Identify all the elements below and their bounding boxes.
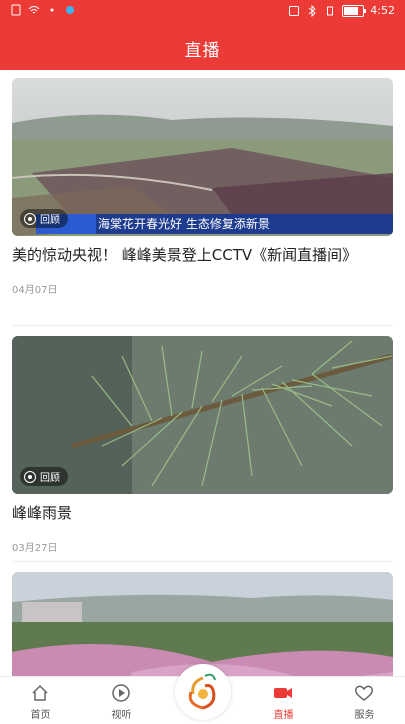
page-title: 直播 bbox=[184, 41, 221, 61]
tab-service[interactable]: 服务 bbox=[324, 677, 405, 721]
card-date: 04月07日 bbox=[12, 285, 58, 296]
wifi-icon bbox=[28, 6, 40, 14]
home-icon bbox=[32, 684, 48, 701]
live-list[interactable]: 海棠花开春光好 生态修复添新景 回顾 美的惊动央视！ 峰峰美景登上CCTV《新闻… bbox=[0, 70, 405, 676]
tab-label: 服务 bbox=[354, 710, 375, 721]
tab-audio-video[interactable]: 视听 bbox=[81, 677, 162, 721]
battery-icon bbox=[342, 4, 367, 17]
card-title[interactable]: 美的惊动央视！ 峰峰美景登上CCTV《新闻直播间》 bbox=[12, 244, 393, 267]
app-notification-icon bbox=[66, 6, 74, 14]
replay-label: 回顾 bbox=[40, 473, 60, 484]
divider bbox=[12, 561, 393, 562]
heart-icon bbox=[355, 685, 373, 701]
tab-label: 首页 bbox=[30, 710, 51, 721]
thumbnail-image bbox=[12, 336, 393, 494]
card-date: 03月27日 bbox=[12, 543, 58, 554]
play-icon bbox=[112, 684, 130, 702]
nfc-icon bbox=[289, 5, 300, 16]
card-title[interactable]: 峰峰雨景 bbox=[12, 502, 393, 525]
replay-badge[interactable]: 回顾 bbox=[20, 209, 68, 228]
notification-dot-icon bbox=[50, 8, 54, 12]
replay-icon bbox=[24, 470, 36, 483]
replay-badge[interactable]: 回顾 bbox=[20, 467, 68, 486]
news-caption: 海棠花开春光好 生态修复添新景 bbox=[98, 217, 270, 231]
status-bar: 4:52 bbox=[0, 0, 405, 24]
video-thumbnail[interactable] bbox=[12, 572, 393, 676]
camera-icon bbox=[274, 688, 292, 698]
video-thumbnail[interactable]: 回顾 bbox=[12, 336, 393, 494]
app-header: 4:52 直播 bbox=[0, 0, 405, 70]
list-item[interactable]: 海棠花开春光好 生态修复添新景 回顾 美的惊动央视！ 峰峰美景登上CCTV《新闻… bbox=[12, 78, 393, 296]
app-logo-icon bbox=[188, 673, 216, 710]
sim-icon bbox=[11, 4, 21, 16]
bluetooth-icon bbox=[308, 4, 317, 17]
tab-label: 视听 bbox=[111, 710, 132, 721]
list-item[interactable] bbox=[12, 572, 393, 676]
thumbnail-image bbox=[12, 572, 393, 676]
list-item[interactable]: 回顾 峰峰雨景 03月27日 bbox=[12, 336, 393, 554]
replay-icon bbox=[24, 212, 36, 225]
app-logo-button[interactable] bbox=[175, 664, 231, 720]
video-thumbnail[interactable]: 海棠花开春光好 生态修复添新景 回顾 bbox=[12, 78, 393, 236]
status-time: 4:52 bbox=[370, 4, 395, 17]
tab-live[interactable]: 直播 bbox=[243, 677, 324, 721]
replay-label: 回顾 bbox=[40, 215, 60, 226]
thumbnail-image bbox=[12, 78, 393, 236]
divider bbox=[12, 325, 393, 326]
tab-home[interactable]: 首页 bbox=[0, 677, 81, 721]
vibrate-icon bbox=[327, 6, 334, 15]
tab-label: 直播 bbox=[273, 710, 294, 721]
